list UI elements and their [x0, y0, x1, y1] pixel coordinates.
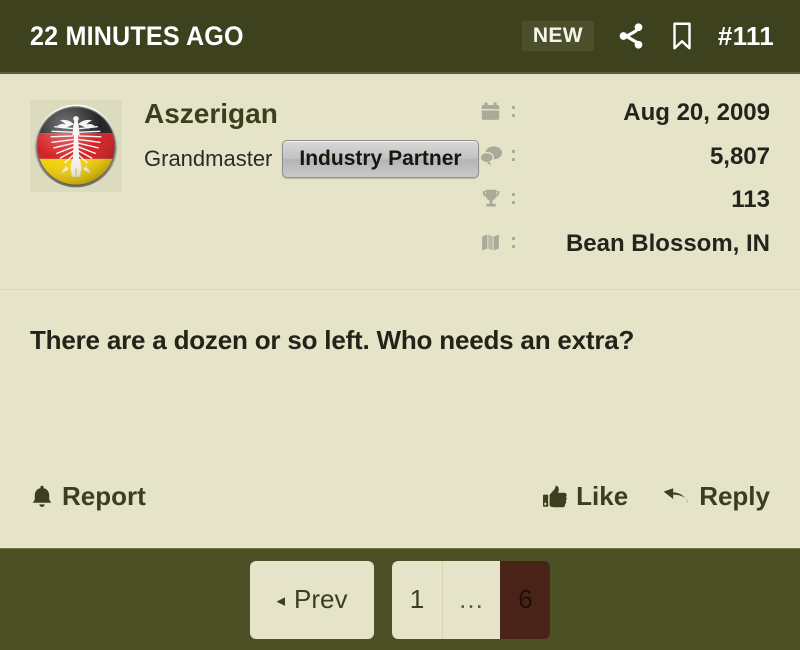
pagination-page-6-active[interactable]: 6 [500, 560, 550, 639]
user-rank-row: Grandmaster Industry Partner [144, 140, 479, 179]
stat-separator: : [510, 230, 517, 254]
user-stats-column: : Aug 20, 2009 : 5,807: 113: Bean Blos… [480, 96, 770, 273]
industry-partner-badge[interactable]: Industry Partner [282, 140, 479, 179]
post-number: #111 [717, 20, 774, 51]
report-label: Report [62, 481, 146, 511]
bookmark-icon[interactable] [668, 21, 696, 51]
stat-value-location: Bean Blossom, IN [565, 230, 770, 258]
post-body-text: There are a dozen or so left. Who needs … [30, 324, 635, 355]
stat-row-trophies: : 113 [480, 185, 770, 216]
thumbs-up-icon [542, 484, 568, 509]
post-header-bar: 22 MINUTES AGO NEW #111 [0, 0, 800, 74]
new-badge: NEW [521, 21, 594, 51]
user-info-column: Aszerigan Grandmaster Industry Partner [122, 96, 479, 273]
stat-row-posts: : 5,807 [480, 142, 770, 173]
post-body: Aszerigan Grandmaster Industry Partner:… [0, 74, 800, 548]
post-timestamp: 22 MINUTES AGO [30, 20, 244, 51]
stat-value-posts: 5,807 [709, 142, 770, 170]
stat-row-location: : Bean Blossom, IN [480, 229, 770, 260]
report-button[interactable]: Report [30, 481, 146, 512]
pagination-ellipsis[interactable]: ... [442, 560, 500, 639]
post-meta-row: Aszerigan Grandmaster Industry Partner:… [0, 74, 800, 273]
user-rank-label: Grandmaster [144, 146, 273, 172]
stat-separator: : [510, 142, 517, 166]
forum-post-page: 22 MINUTES AGO NEW #111 Aszerigan Grandm… [0, 0, 800, 650]
stat-separator: : [510, 186, 517, 210]
header-actions: NEW #111 [521, 20, 774, 52]
comments-icon [480, 142, 510, 166]
reply-label: Reply [699, 481, 770, 511]
map-icon [480, 229, 510, 253]
pagination-bar: ◂ Prev 1 ... 6 [0, 548, 800, 650]
stat-value-join-date: Aug 20, 2009 [623, 99, 770, 126]
post-actions-row: Report Like Reply [0, 481, 800, 548]
calendar-icon [480, 98, 510, 122]
post-actions-right: Like Reply [542, 481, 770, 512]
german-flag-eagle-avatar[interactable] [30, 100, 122, 192]
stat-row-join-date: : Aug 20, 2009 [480, 98, 770, 129]
avatar-wrapper [30, 96, 122, 273]
pagination-page-group: 1 ... 6 [392, 560, 550, 639]
bell-icon [30, 484, 54, 510]
like-button[interactable]: Like [542, 481, 628, 512]
trophy-icon [480, 185, 510, 209]
stat-value-trophies: 113 [731, 186, 770, 214]
chevron-left-icon: ◂ [276, 591, 286, 610]
pagination-prev-button[interactable]: ◂ Prev [250, 560, 374, 639]
pagination-prev-label: Prev [294, 584, 348, 614]
share-icon[interactable] [616, 21, 646, 51]
pagination-page-1[interactable]: 1 [392, 560, 442, 639]
stat-separator: : [510, 99, 517, 122]
reply-arrow-icon [662, 484, 691, 509]
reply-button[interactable]: Reply [662, 481, 770, 512]
like-label: Like [576, 481, 629, 511]
username[interactable]: Aszerigan [144, 98, 479, 130]
